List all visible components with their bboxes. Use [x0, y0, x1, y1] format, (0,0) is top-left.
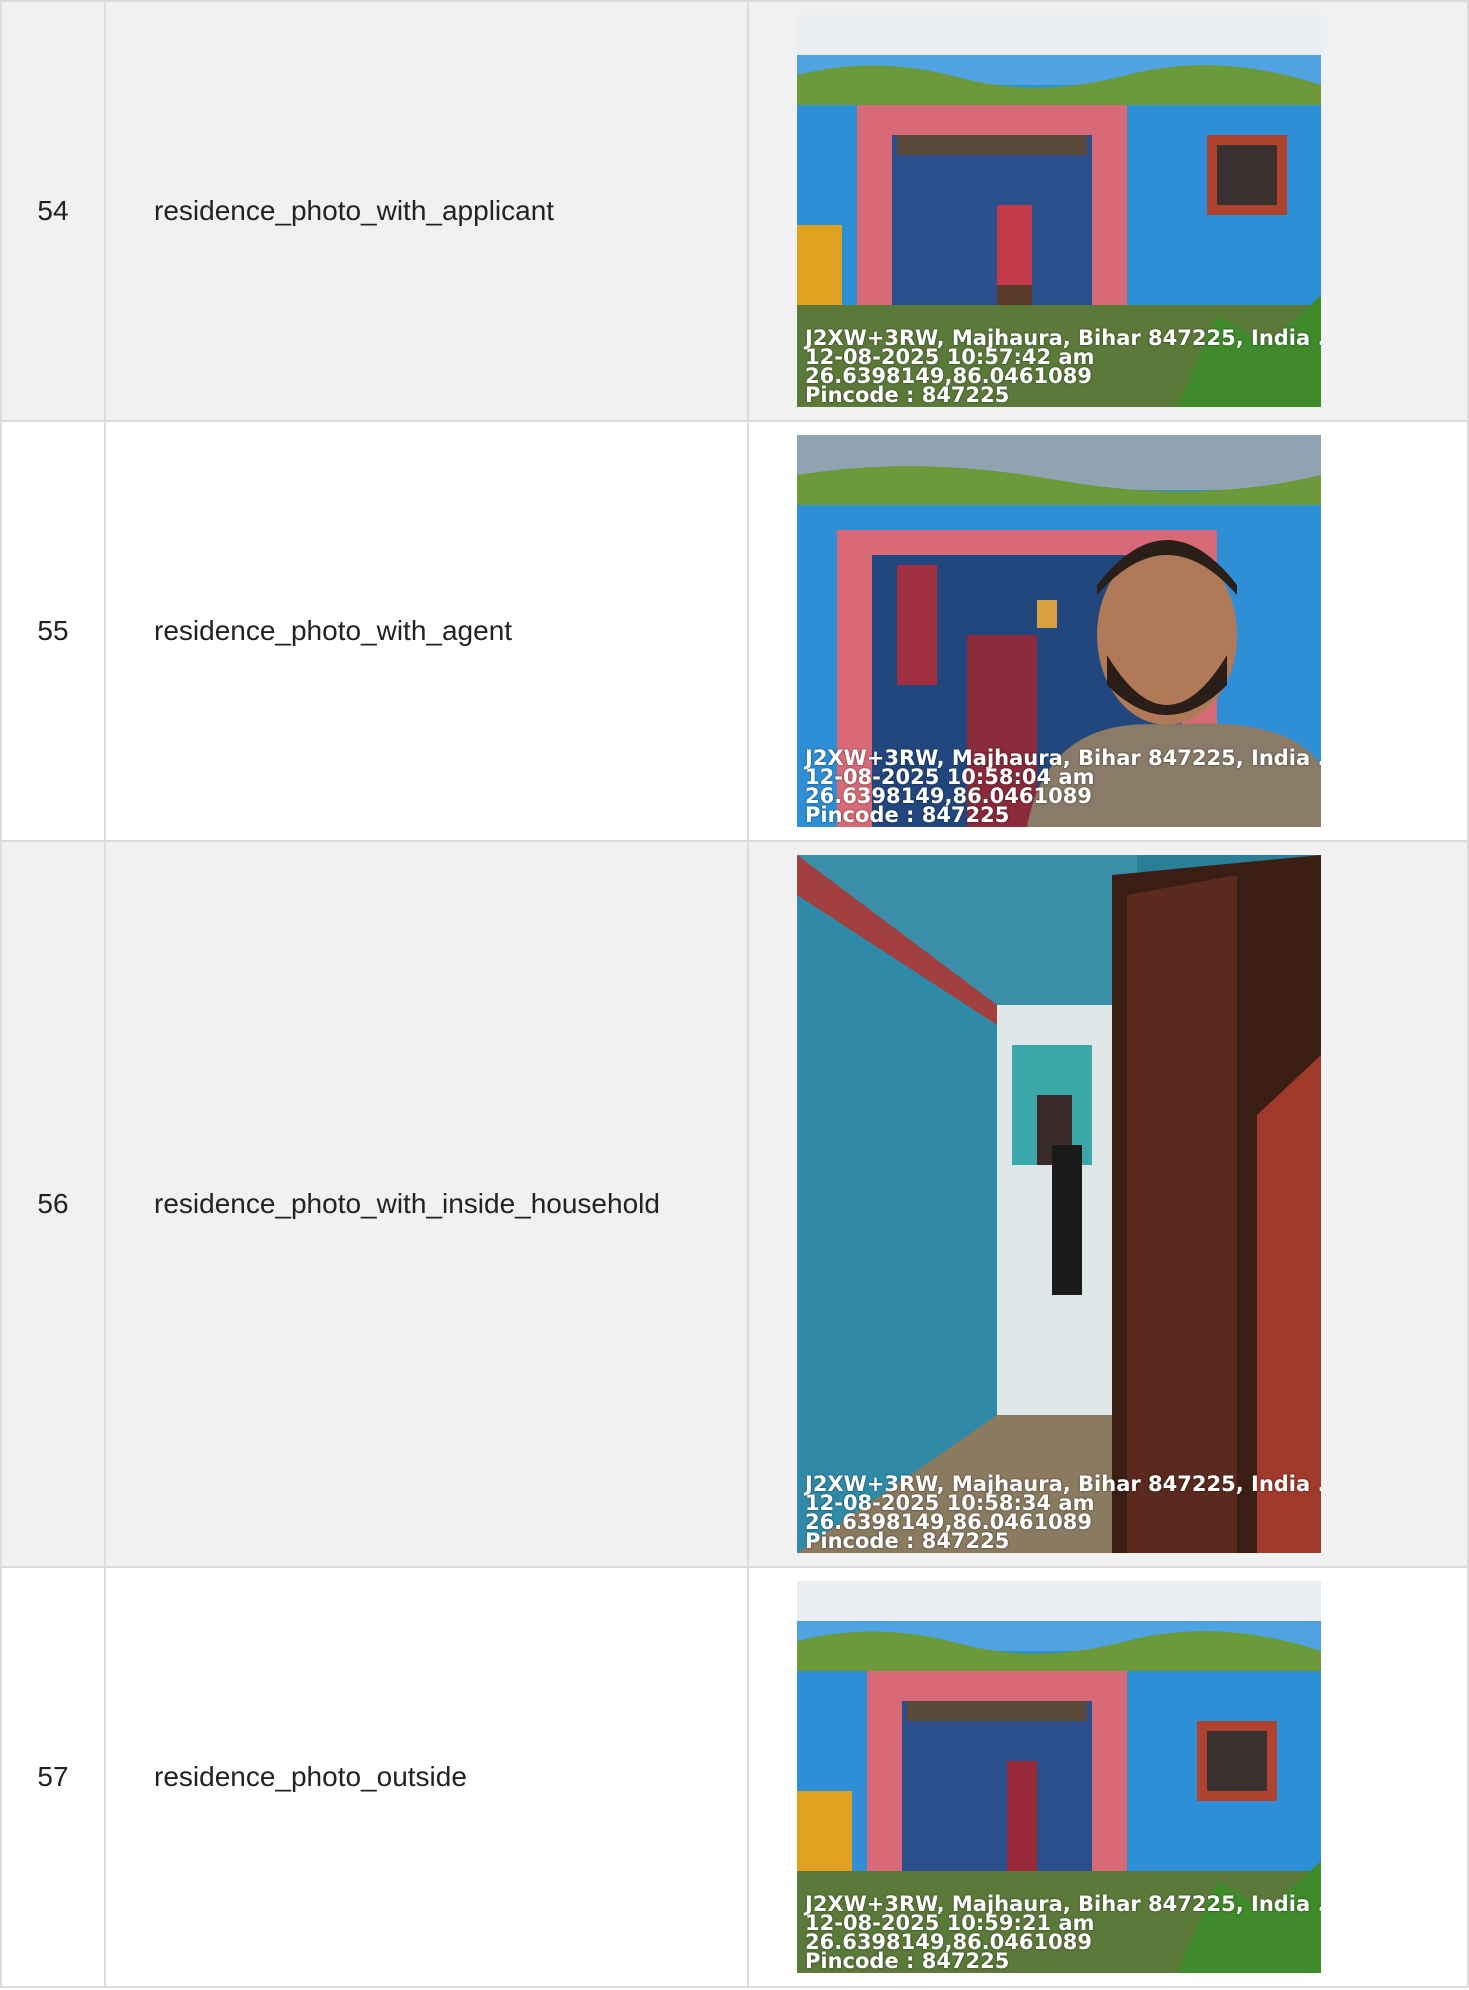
photo-stamp: J2XW+3RW, Majhaura, Bihar 847225, India … [805, 1474, 1321, 1553]
table-row: 55 residence_photo_with_agent J2XW+3RW, … [0, 420, 1469, 842]
row-label: residence_photo_with_applicant [104, 0, 749, 422]
stamp-pincode: Pincode : 847225 [805, 1949, 1010, 1973]
photo-stamp: J2XW+3RW, Majhaura, Bihar 847225, India … [805, 328, 1321, 407]
stamp-pincode: Pincode : 847225 [805, 803, 1010, 827]
stamp-pincode: Pincode : 847225 [805, 1529, 1010, 1553]
row-number: 56 [0, 840, 106, 1568]
stamp-pincode: Pincode : 847225 [805, 383, 1010, 407]
row-label: residence_photo_with_agent [104, 420, 749, 842]
corridor-photo-icon [797, 855, 1321, 1553]
photo-cell: J2XW+3RW, Majhaura, Bihar 847225, India … [747, 420, 1469, 842]
row-number: 57 [0, 1566, 106, 1988]
residence-photo[interactable]: J2XW+3RW, Majhaura, Bihar 847225, India … [797, 1581, 1321, 1973]
photo-table: 54 residence_photo_with_applicant J2XW+3… [0, 0, 1469, 1988]
photo-cell: J2XW+3RW, Majhaura, Bihar 847225, India … [747, 840, 1469, 1568]
residence-photo[interactable]: J2XW+3RW, Majhaura, Bihar 847225, India … [797, 15, 1321, 407]
photo-stamp: J2XW+3RW, Majhaura, Bihar 847225, India … [805, 748, 1321, 827]
row-label: residence_photo_outside [104, 1566, 749, 1988]
table-row: 57 residence_photo_outside J2XW+3RW, Maj… [0, 1566, 1469, 1988]
photo-stamp: J2XW+3RW, Majhaura, Bihar 847225, India … [805, 1894, 1321, 1973]
table-row: 56 residence_photo_with_inside_household [0, 840, 1469, 1568]
residence-photo[interactable]: J2XW+3RW, Majhaura, Bihar 847225, India … [797, 855, 1321, 1553]
photo-cell: J2XW+3RW, Majhaura, Bihar 847225, India … [747, 0, 1469, 422]
photo-cell: J2XW+3RW, Majhaura, Bihar 847225, India … [747, 1566, 1469, 1988]
table-row: 54 residence_photo_with_applicant J2XW+3… [0, 0, 1469, 422]
row-label: residence_photo_with_inside_household [104, 840, 749, 1568]
row-number: 55 [0, 420, 106, 842]
residence-photo[interactable]: J2XW+3RW, Majhaura, Bihar 847225, India … [797, 435, 1321, 827]
row-number: 54 [0, 0, 106, 422]
